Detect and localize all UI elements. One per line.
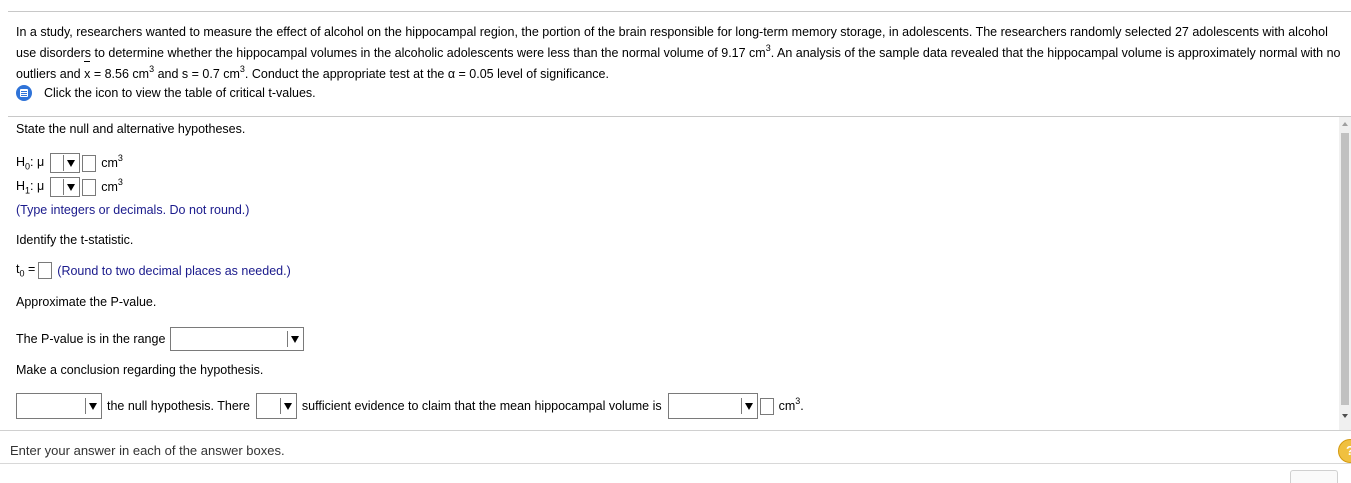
state-hypotheses-prompt: State the null and alternative hypothese… bbox=[16, 122, 246, 136]
t-statistic-row: t0 = (Round to two decimal places as nee… bbox=[16, 262, 291, 279]
scroll-up-icon[interactable] bbox=[1342, 122, 1348, 126]
volume-comparison-select[interactable] bbox=[667, 393, 758, 419]
top-divider bbox=[8, 11, 1351, 12]
conclusion-prompt: Make a conclusion regarding the hypothes… bbox=[16, 363, 264, 377]
null-hypothesis-row: H0: μ cm3 bbox=[16, 153, 123, 173]
h1-label: H1: μ bbox=[16, 178, 45, 196]
identify-t-prompt: Identify the t-statistic. bbox=[16, 233, 134, 247]
evidence-select[interactable] bbox=[255, 393, 297, 419]
chevron-down-icon[interactable] bbox=[279, 398, 295, 414]
t-statistic-input[interactable] bbox=[38, 262, 53, 279]
volume-value-input[interactable] bbox=[759, 397, 774, 415]
round-instruction: (Round to two decimal places as needed.) bbox=[57, 263, 291, 278]
h0-label: H0: μ bbox=[16, 154, 45, 172]
document-icon[interactable] bbox=[16, 85, 32, 101]
chevron-down-icon[interactable] bbox=[740, 398, 756, 414]
x-bar: x bbox=[84, 61, 91, 85]
footer-divider bbox=[0, 430, 1351, 431]
help-icon[interactable]: ? bbox=[1338, 439, 1351, 463]
vertical-scrollbar[interactable] bbox=[1339, 117, 1351, 430]
type-instruction: (Type integers or decimals. Do not round… bbox=[16, 203, 250, 217]
p-range-label: The P-value is in the range bbox=[16, 332, 166, 346]
footer-instruction: Enter your answer in each of the answer … bbox=[10, 443, 285, 458]
h0-value-input[interactable] bbox=[82, 154, 97, 172]
h1-unit: cm3 bbox=[101, 177, 123, 195]
bottom-button[interactable] bbox=[1290, 470, 1338, 483]
problem-statement: In a study, researchers wanted to measur… bbox=[16, 22, 1344, 85]
question-area: State the null and alternative hypothese… bbox=[8, 117, 1339, 430]
hint-text: Click the icon to view the table of crit… bbox=[44, 86, 316, 100]
h1-value-input[interactable] bbox=[82, 178, 97, 196]
h0-unit: cm3 bbox=[101, 153, 123, 171]
h1-operator-select[interactable] bbox=[50, 177, 81, 197]
chevron-down-icon[interactable] bbox=[287, 331, 303, 347]
chevron-down-icon[interactable] bbox=[63, 179, 79, 195]
h0-operator-select[interactable] bbox=[50, 153, 81, 173]
scrollbar-thumb[interactable] bbox=[1341, 133, 1349, 405]
null-hypothesis-text: the null hypothesis. There bbox=[107, 399, 250, 413]
approx-p-prompt: Approximate the P-value. bbox=[16, 295, 157, 309]
critical-values-hint[interactable]: Click the icon to view the table of crit… bbox=[16, 83, 316, 103]
conclusion-row: the null hypothesis. There sufficient ev… bbox=[16, 393, 804, 419]
sufficient-evidence-text: sufficient evidence to claim that the me… bbox=[301, 399, 662, 413]
reject-decision-select[interactable] bbox=[16, 393, 102, 419]
volume-unit: cm3. bbox=[778, 396, 804, 414]
chevron-down-icon[interactable] bbox=[85, 398, 100, 414]
t0-label: t0 = bbox=[16, 262, 36, 279]
chevron-down-icon[interactable] bbox=[63, 155, 79, 171]
p-value-row: The P-value is in the range bbox=[16, 327, 305, 351]
alternative-hypothesis-row: H1: μ cm3 bbox=[16, 177, 123, 197]
bottom-divider bbox=[0, 463, 1351, 464]
p-value-range-select[interactable] bbox=[170, 327, 305, 351]
scroll-down-icon[interactable] bbox=[1342, 414, 1348, 418]
